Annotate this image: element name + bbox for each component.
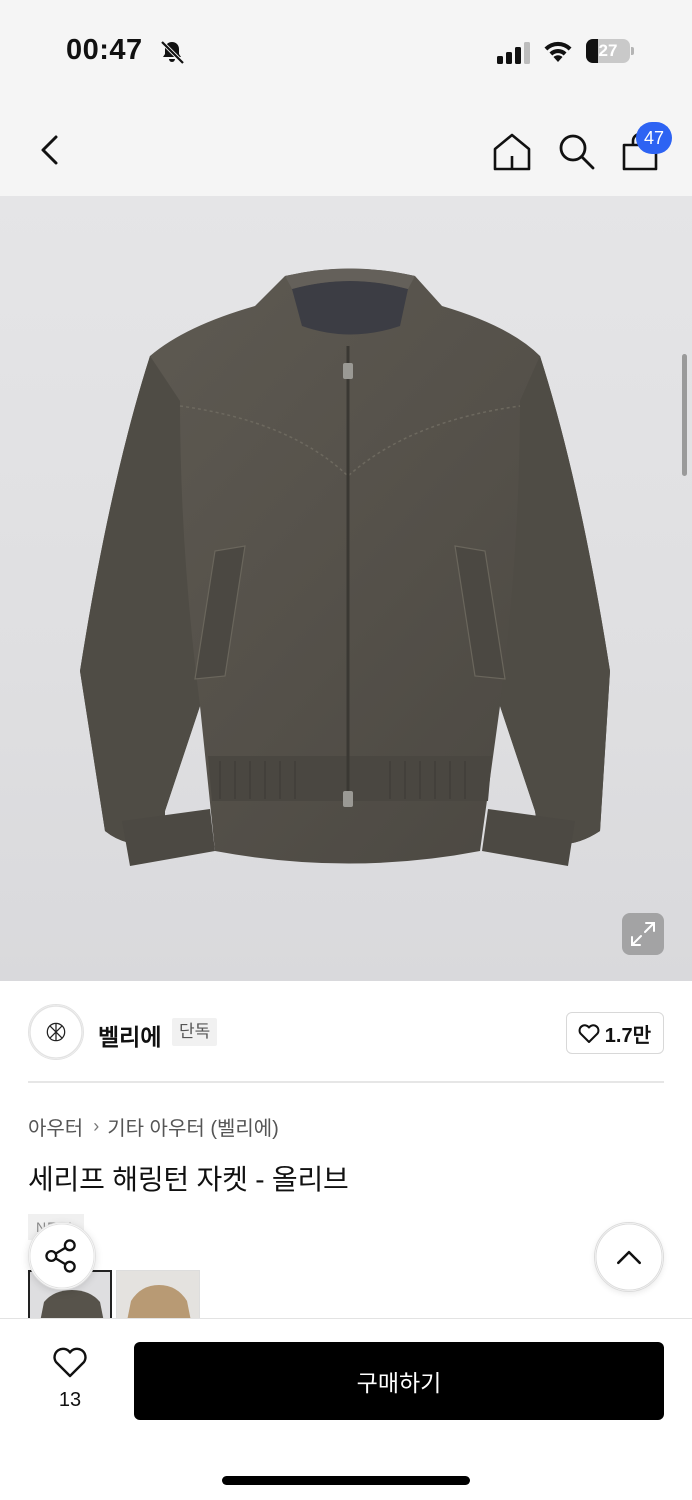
breadcrumb: 아우터 › 기타 아우터 (벨리에) [28, 1112, 279, 1141]
bell-off-icon [160, 40, 185, 65]
top-nav [0, 100, 692, 196]
cart-count-badge: 47 [636, 122, 672, 154]
heart-icon [578, 1024, 600, 1043]
home-icon[interactable] [490, 130, 534, 174]
heart-icon [53, 1347, 87, 1378]
brand-logo[interactable] [28, 1004, 84, 1060]
wish-button[interactable]: 13 [34, 1345, 106, 1415]
battery-icon: 27 [586, 39, 634, 63]
scrollbar[interactable] [682, 354, 687, 476]
expand-icon[interactable] [622, 913, 664, 955]
scroll-top-icon[interactable] [594, 1222, 664, 1292]
breadcrumb-category[interactable]: 아우터 [28, 1112, 83, 1141]
color-option-beige[interactable] [116, 1270, 200, 1320]
exclusive-tag: 단독 [172, 1018, 218, 1046]
bottom-bar: 13 구매하기 [0, 1318, 692, 1500]
search-icon[interactable] [555, 130, 597, 172]
beige-jacket-thumbnail [117, 1271, 199, 1320]
brand-row: 벨리에 단독 1.7만 [28, 1004, 664, 1062]
product-image[interactable] [0, 196, 692, 981]
jacket-illustration [80, 268, 610, 866]
wifi-icon [544, 41, 572, 62]
chevron-right-icon: › [93, 1116, 100, 1136]
divider [28, 1081, 664, 1083]
status-time: 00:47 [66, 34, 143, 66]
wish-count: 13 [58, 1389, 82, 1411]
brand-name[interactable]: 벨리에 [98, 1018, 161, 1052]
product-title: 세리프 해링턴 자켓 - 올리브 [28, 1164, 349, 1195]
status-bar: 00:47 27 [0, 0, 692, 100]
brand-like-count: 1.7만 [604, 1024, 651, 1047]
buy-button[interactable]: 구매하기 [134, 1342, 664, 1420]
share-icon[interactable] [28, 1222, 96, 1290]
signal-icon [497, 42, 530, 64]
battery-level: 27 [598, 41, 618, 60]
brand-like-button[interactable]: 1.7만 [565, 1012, 664, 1054]
home-indicator[interactable] [222, 1476, 470, 1485]
back-icon[interactable] [30, 130, 70, 170]
breadcrumb-subcategory[interactable]: 기타 아우터 (벨리에) [107, 1112, 279, 1141]
